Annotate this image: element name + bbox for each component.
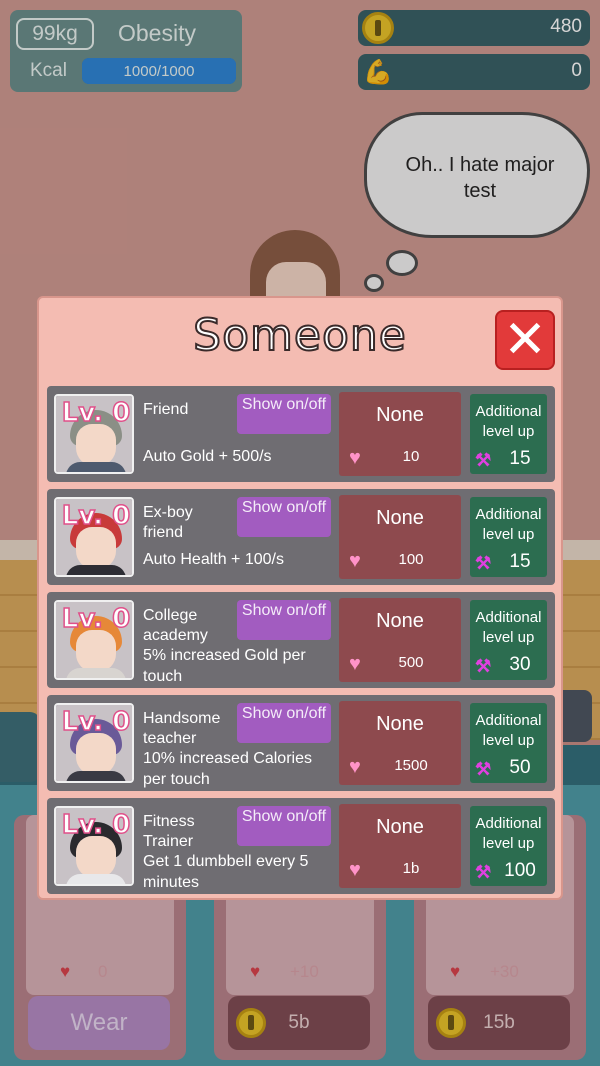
dumbbell-cost: 15 — [509, 448, 531, 469]
character-name: Ex-boy friend — [143, 504, 193, 541]
additional-level-up-button[interactable]: Additional level up ⚒ 100 — [470, 806, 547, 886]
someone-dialog: Someone ✕ Lv. 0 Friend Auto Gold + 500/s… — [37, 296, 563, 900]
character-portrait: Lv. 0 — [54, 394, 134, 474]
heart-icon: ♥ — [349, 447, 361, 469]
level-up-label: Additional level up — [475, 506, 542, 543]
heart-icon: ♥ — [349, 550, 361, 572]
level-badge: Lv. 0 — [61, 706, 131, 738]
show-toggle-button[interactable]: Show on/off — [237, 703, 331, 743]
additional-level-up-button[interactable]: Additional level up ⚒ 15 — [470, 394, 547, 474]
character-portrait: Lv. 0 — [54, 600, 134, 680]
dumbbell-cost: 100 — [504, 860, 536, 881]
additional-level-up-button[interactable]: Additional level up ⚒ 15 — [470, 497, 547, 577]
level-up-label: Additional level up — [475, 609, 542, 646]
dumbbell-cost: 15 — [509, 551, 531, 572]
level-up-label: Additional level up — [475, 712, 542, 749]
close-button[interactable]: ✕ — [495, 310, 555, 370]
heart-cost: 1b — [402, 860, 420, 877]
unlock-status-box[interactable]: None ♥ 10 — [339, 392, 461, 476]
dumbbell-cost: 30 — [509, 654, 531, 675]
heart-icon: ♥ — [349, 653, 361, 675]
unlock-status: None — [376, 404, 424, 426]
character-name: Friend — [143, 401, 189, 418]
character-effect: 10% increased Calories per touch — [143, 750, 312, 788]
character-row: Lv. 0 College academy 5% increased Gold … — [47, 592, 555, 688]
additional-level-up-button[interactable]: Additional level up ⚒ 50 — [470, 703, 547, 783]
dialog-title: Someone — [192, 309, 407, 362]
character-row: Lv. 0 Ex-boy friend Auto Health + 100/s … — [47, 489, 555, 585]
character-effect: Auto Health + 100/s — [143, 551, 284, 568]
additional-level-up-button[interactable]: Additional level up ⚒ 30 — [470, 600, 547, 680]
dumbbell-icon: ⚒ — [475, 862, 492, 882]
level-badge: Lv. 0 — [61, 809, 131, 841]
level-badge: Lv. 0 — [61, 500, 131, 532]
unlock-status: None — [376, 713, 424, 735]
level-up-label: Additional level up — [475, 815, 542, 852]
unlock-status: None — [376, 610, 424, 632]
show-toggle-button[interactable]: Show on/off — [237, 497, 331, 537]
heart-cost: 100 — [398, 551, 424, 568]
dumbbell-icon: ⚒ — [475, 656, 492, 676]
heart-cost: 10 — [402, 448, 420, 465]
show-toggle-button[interactable]: Show on/off — [237, 600, 331, 640]
dumbbell-icon: ⚒ — [475, 759, 492, 779]
character-row: Lv. 0 Fitness Trainer Get 1 dumbbell eve… — [47, 798, 555, 894]
character-row: Lv. 0 Friend Auto Gold + 500/s Show on/o… — [47, 386, 555, 482]
heart-cost: 500 — [398, 654, 424, 671]
character-portrait: Lv. 0 — [54, 497, 134, 577]
unlock-status-box[interactable]: None ♥ 1500 — [339, 701, 461, 785]
unlock-status: None — [376, 816, 424, 838]
character-name: College academy — [143, 607, 208, 644]
level-badge: Lv. 0 — [61, 603, 131, 635]
level-up-label: Additional level up — [475, 403, 542, 440]
dumbbell-icon: ⚒ — [475, 450, 492, 470]
character-effect: 5% increased Gold per touch — [143, 647, 306, 685]
unlock-status-box[interactable]: None ♥ 1b — [339, 804, 461, 888]
unlock-status-box[interactable]: None ♥ 100 — [339, 495, 461, 579]
unlock-status-box[interactable]: None ♥ 500 — [339, 598, 461, 682]
unlock-status: None — [376, 507, 424, 529]
character-effect: Get 1 dumbbell every 5 minutes — [143, 853, 309, 891]
dumbbell-cost: 50 — [509, 757, 531, 778]
character-effect: Auto Gold + 500/s — [143, 448, 272, 465]
heart-cost: 1500 — [394, 757, 428, 774]
close-icon: ✕ — [503, 310, 547, 370]
heart-icon: ♥ — [349, 859, 361, 881]
character-name: Handsome teacher — [143, 710, 221, 747]
character-portrait: Lv. 0 — [54, 806, 134, 886]
level-badge: Lv. 0 — [61, 397, 131, 429]
character-name: Fitness Trainer — [143, 813, 195, 850]
show-toggle-button[interactable]: Show on/off — [237, 806, 331, 846]
dumbbell-icon: ⚒ — [475, 553, 492, 573]
character-row: Lv. 0 Handsome teacher 10% increased Cal… — [47, 695, 555, 791]
show-toggle-button[interactable]: Show on/off — [237, 394, 331, 434]
heart-icon: ♥ — [349, 756, 361, 778]
character-portrait: Lv. 0 — [54, 703, 134, 783]
